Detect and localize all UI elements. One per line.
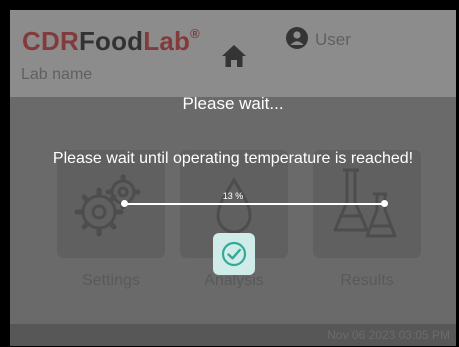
- confirm-button[interactable]: [213, 233, 255, 275]
- progress-bar: [124, 203, 384, 205]
- wait-dialog-overlay: Please wait... Please wait until operati…: [10, 10, 456, 346]
- progress-end-cap: [381, 200, 388, 207]
- device-screen: CDRFoodLab® Lab name User Settings Analy…: [10, 10, 456, 346]
- dialog-message: Please wait until operating temperature …: [52, 150, 414, 167]
- check-circle-icon: [221, 241, 247, 267]
- progress-percent: 13 %: [222, 191, 244, 201]
- progress-fill: [124, 203, 158, 205]
- dialog-title: Please wait...: [182, 94, 284, 113]
